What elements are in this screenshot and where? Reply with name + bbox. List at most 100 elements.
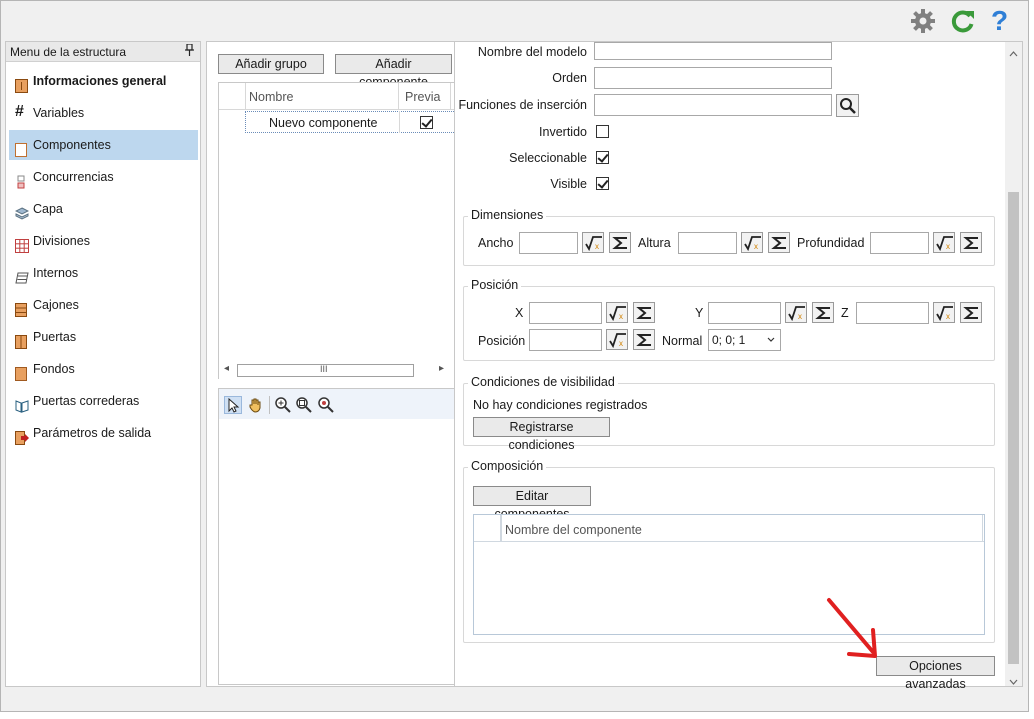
depth-input[interactable] <box>870 232 929 254</box>
svg-text:x: x <box>946 242 950 251</box>
horizontal-scrollbar[interactable]: ◂ III ▸ <box>219 362 454 379</box>
pointer-icon[interactable] <box>224 396 242 414</box>
zoom-in-icon[interactable] <box>274 396 292 414</box>
sidebar-item-fondos[interactable]: Fondos <box>9 354 198 384</box>
column-header-name[interactable]: Nombre <box>249 90 293 104</box>
column-header-component-name[interactable]: Nombre del componente <box>505 523 642 537</box>
model-name-label: Nombre del modelo <box>477 45 587 59</box>
sqrt-icon: x <box>609 333 626 348</box>
sidebar-item-label: Puertas correderas <box>33 394 140 408</box>
search-button[interactable] <box>836 94 859 117</box>
sidebar-item-informaciones[interactable]: Informaciones general <box>9 66 198 96</box>
composition-group: Composición Editar componentes Nombre de… <box>463 459 995 643</box>
row-name: Nuevo componente <box>269 116 378 130</box>
position-formula-button[interactable]: x <box>606 329 628 350</box>
y-formula-button[interactable]: x <box>785 302 807 323</box>
order-input[interactable] <box>594 67 832 89</box>
row-preview-checkbox[interactable] <box>420 116 433 129</box>
component-grid: Nombre Previa Nuevo componente ◂ III ▸ <box>218 82 456 379</box>
refresh-icon[interactable] <box>949 7 977 35</box>
height-formula-button[interactable]: x <box>741 232 763 253</box>
normal-select[interactable]: 0; 0; 1 <box>708 329 781 351</box>
insert-functions-input[interactable] <box>594 94 832 116</box>
advanced-options-button[interactable]: Opciones avanzadas <box>876 656 995 691</box>
x-sum-button[interactable] <box>633 302 655 323</box>
depth-formula-button[interactable]: x <box>933 232 955 253</box>
sidebar-item-label: Parámetros de salida <box>33 426 152 440</box>
output-icon <box>15 426 29 445</box>
pan-hand-icon[interactable] <box>247 396 265 414</box>
model-name-input[interactable] <box>594 42 832 60</box>
position-input[interactable] <box>529 329 602 351</box>
zoom-extents-icon[interactable] <box>295 396 313 414</box>
inverted-checkbox[interactable] <box>596 125 609 138</box>
sidebar-item-label: Informaciones general <box>33 74 167 88</box>
edit-components-button[interactable]: Editar componentes <box>473 486 591 521</box>
z-formula-button[interactable]: x <box>933 302 955 323</box>
sidebar-item-divisiones[interactable]: Divisiones <box>9 226 198 256</box>
y-sum-button[interactable] <box>812 302 834 323</box>
sqrt-icon: x <box>936 306 953 321</box>
sidebar-item-label: Capa <box>33 202 63 216</box>
height-sum-button[interactable] <box>768 232 790 253</box>
scroll-thumb[interactable]: III <box>237 364 414 377</box>
sidebar-item-label: Fondos <box>33 362 75 376</box>
sigma-icon <box>815 307 830 319</box>
sidebar-item-label: Variables <box>33 106 85 120</box>
add-component-button[interactable]: Añadir componente <box>335 54 452 89</box>
scroll-left-icon[interactable]: ◂ <box>224 363 229 374</box>
pin-icon[interactable] <box>185 43 194 59</box>
zoom-window-icon[interactable] <box>317 396 335 414</box>
table-row[interactable]: Nuevo componente <box>245 111 456 133</box>
visible-checkbox[interactable] <box>596 177 609 190</box>
scroll-right-icon[interactable]: ▸ <box>439 363 444 374</box>
component-properties-panel: Nombre del modelo Orden Funciones de ins… <box>454 41 1023 691</box>
scroll-up-icon[interactable] <box>1009 46 1018 60</box>
sidebar-item-puertas-correderas[interactable]: Puertas correderas <box>9 386 198 416</box>
position-sum-button[interactable] <box>633 329 655 350</box>
sqrt-icon: x <box>936 236 953 251</box>
position-group: Posición X x Y x Z x Posición x Normal 0… <box>463 278 995 361</box>
svg-text:x: x <box>946 312 950 321</box>
sidebar-item-variables[interactable]: # Variables <box>9 98 198 128</box>
scroll-thumb[interactable] <box>1008 192 1019 664</box>
sidebar-item-cajones[interactable]: Cajones <box>9 290 198 320</box>
width-sum-button[interactable] <box>609 232 631 253</box>
y-input[interactable] <box>708 302 781 324</box>
width-label: Ancho <box>478 236 514 250</box>
x-formula-button[interactable]: x <box>606 302 628 323</box>
selectable-checkbox[interactable] <box>596 151 609 164</box>
scroll-down-icon[interactable] <box>1009 674 1018 688</box>
width-formula-button[interactable]: x <box>582 232 604 253</box>
sidebar-item-concurrencias[interactable]: Concurrencias <box>9 162 198 192</box>
register-conditions-button[interactable]: Registrarse condiciones <box>473 417 610 452</box>
sidebar-item-componentes[interactable]: Componentes <box>9 130 198 160</box>
sigma-icon <box>771 237 786 249</box>
sliding-door-icon <box>15 394 29 413</box>
sidebar-item-label: Internos <box>33 266 79 280</box>
normal-label: Normal <box>662 334 703 348</box>
selectable-label: Seleccionable <box>509 151 587 165</box>
sidebar-item-puertas[interactable]: Puertas <box>9 322 198 352</box>
vertical-scrollbar[interactable] <box>1005 42 1022 686</box>
depth-sum-button[interactable] <box>960 232 982 253</box>
sidebar-item-internos[interactable]: Internos <box>9 258 198 288</box>
column-header-preview[interactable]: Previa <box>405 90 440 104</box>
sidebar-item-parametros-salida[interactable]: Parámetros de salida <box>9 418 198 448</box>
width-input[interactable] <box>519 232 578 254</box>
sidebar-item-capa[interactable]: Capa <box>9 194 198 224</box>
structure-menu-header: Menu de la estructura <box>6 42 200 62</box>
height-input[interactable] <box>678 232 737 254</box>
normal-select-value: 0; 0; 1 <box>712 333 746 347</box>
structure-menu-title: Menu de la estructura <box>10 45 127 59</box>
composition-grid-header: Nombre del componente <box>474 515 984 542</box>
x-input[interactable] <box>529 302 602 324</box>
svg-text:x: x <box>619 339 623 348</box>
z-input[interactable] <box>856 302 929 324</box>
hash-icon: # <box>15 103 24 120</box>
z-sum-button[interactable] <box>960 302 982 323</box>
add-group-button[interactable]: Añadir grupo <box>218 54 324 74</box>
gear-icon[interactable] <box>909 7 937 35</box>
help-button[interactable]: ? <box>991 7 1019 35</box>
concurrency-icon <box>15 170 28 189</box>
